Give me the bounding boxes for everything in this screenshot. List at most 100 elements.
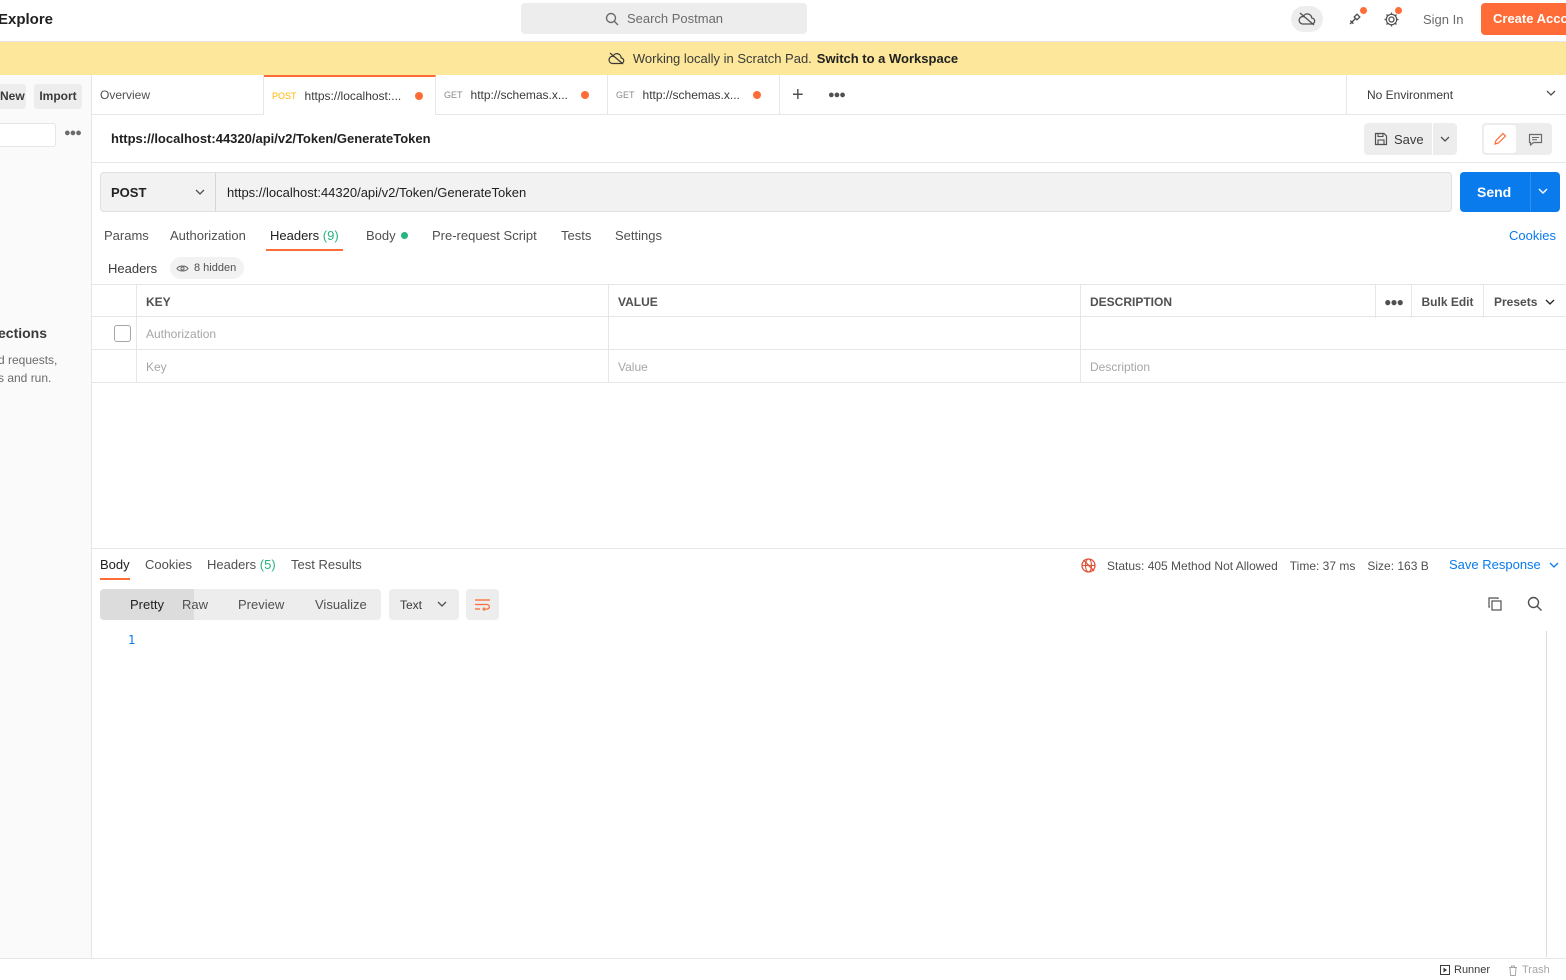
tab-settings[interactable]: Settings xyxy=(615,228,662,243)
header-value-cell[interactable] xyxy=(608,317,1080,350)
request-title[interactable]: https://localhost:44320/api/v2/Token/Gen… xyxy=(111,131,431,146)
save-button[interactable]: Save xyxy=(1364,123,1432,155)
switch-workspace-link[interactable]: Switch to a Workspace xyxy=(817,51,958,66)
sidebar-filter-input[interactable] xyxy=(0,123,56,147)
view-raw-button[interactable]: Raw xyxy=(182,589,208,620)
send-label: Send xyxy=(1477,184,1512,200)
explore-link[interactable]: Explore xyxy=(0,11,53,28)
collections-empty-title: ections xyxy=(0,325,48,341)
cookies-link[interactable]: Cookies xyxy=(1509,228,1556,243)
save-response-button[interactable]: Save Response xyxy=(1449,557,1559,572)
create-account-button[interactable]: Create Account xyxy=(1481,3,1566,35)
bulk-edit-button[interactable]: Bulk Edit xyxy=(1411,285,1483,318)
tab-request-get[interactable]: GET http://schemas.x... xyxy=(436,75,608,115)
column-options-icon[interactable]: ●●● xyxy=(1375,285,1411,318)
tab-body[interactable]: Body xyxy=(366,228,408,243)
unsaved-dot-icon xyxy=(752,91,761,99)
response-view-switcher: Pretty Raw Preview Visualize xyxy=(100,589,381,620)
response-size[interactable]: Size: 163 B xyxy=(1367,559,1428,573)
pencil-icon xyxy=(1494,132,1507,145)
response-time[interactable]: Time: 37 ms xyxy=(1290,559,1356,573)
search-placeholder: Search Postman xyxy=(626,11,724,26)
headers-section-label: Headers xyxy=(108,261,158,276)
tab-overview[interactable]: Overview xyxy=(92,75,264,115)
response-tab-cookies[interactable]: Cookies xyxy=(145,557,192,572)
cloud-off-icon xyxy=(608,52,625,65)
cloud-off-icon xyxy=(1298,12,1316,26)
presets-dropdown[interactable]: Presets xyxy=(1483,285,1566,318)
tab-pre-request-script[interactable]: Pre-request Script xyxy=(432,228,537,243)
view-pretty-button[interactable]: Pretty xyxy=(100,589,194,620)
search-input[interactable]: Search Postman xyxy=(521,3,807,34)
tab-request-post[interactable]: POST https://localhost:... xyxy=(264,75,436,115)
header-description-cell[interactable] xyxy=(1080,317,1566,350)
column-header-key: KEY xyxy=(136,285,608,318)
sign-in-button[interactable]: Sign In xyxy=(1423,12,1463,27)
tab-params[interactable]: Params xyxy=(104,228,149,243)
tab-authorization[interactable]: Authorization xyxy=(170,228,246,243)
tab-method: GET xyxy=(444,90,463,100)
response-tab-test-results[interactable]: Test Results xyxy=(291,557,362,572)
table-row-new: Key Value Description xyxy=(92,350,1566,383)
globe-network-icon[interactable] xyxy=(1080,557,1097,574)
method-select[interactable]: POST xyxy=(100,172,216,212)
save-response-label: Save Response xyxy=(1449,557,1541,572)
save-options-button[interactable] xyxy=(1433,123,1457,155)
new-tab-plus-icon[interactable]: + xyxy=(792,85,804,105)
chevron-down-icon xyxy=(1546,90,1556,96)
send-button[interactable]: Send xyxy=(1460,172,1560,212)
hidden-count: 8 hidden xyxy=(194,262,237,274)
copy-icon[interactable] xyxy=(1487,596,1503,615)
header-key-cell[interactable]: Authorization xyxy=(136,317,608,350)
response-tab-headers[interactable]: Headers (5) xyxy=(207,557,276,572)
column-header-description: DESCRIPTION xyxy=(1080,285,1375,318)
new-description-input[interactable]: Description xyxy=(1080,350,1566,383)
comments-button[interactable] xyxy=(1520,125,1550,153)
runner-button[interactable]: Runner xyxy=(1440,964,1490,976)
comment-icon xyxy=(1528,133,1542,146)
wrap-lines-button[interactable] xyxy=(466,589,499,620)
import-button[interactable]: Import xyxy=(34,84,82,109)
response-status[interactable]: Status: 405 Method Not Allowed xyxy=(1107,559,1278,573)
new-button[interactable]: New xyxy=(0,84,26,109)
more-options-icon[interactable]: ●●● xyxy=(64,127,82,139)
new-key-input[interactable]: Key xyxy=(136,350,608,383)
view-visualize-button[interactable]: Visualize xyxy=(315,589,367,620)
request-tab-bar: Overview POST https://localhost:... GET … xyxy=(92,75,1566,115)
search-icon[interactable] xyxy=(1527,596,1543,615)
edit-mode-button[interactable] xyxy=(1484,125,1516,153)
tab-label: http://schemas.x... xyxy=(470,88,568,102)
tab-headers[interactable]: Headers (9) xyxy=(266,228,343,251)
more-tabs-icon[interactable]: ●●● xyxy=(828,89,846,101)
response-meta: Status: 405 Method Not Allowed Time: 37 … xyxy=(1080,557,1441,574)
table-row: Authorization xyxy=(92,317,1566,350)
capture-requests-button[interactable] xyxy=(1340,6,1370,32)
settings-button[interactable] xyxy=(1376,6,1406,32)
tab-label: Body xyxy=(366,228,396,243)
tab-request-get[interactable]: GET http://schemas.x... xyxy=(608,75,780,115)
sync-cloud-button[interactable] xyxy=(1291,6,1323,32)
view-mode-toggle xyxy=(1482,123,1552,155)
environment-select[interactable]: No Environment xyxy=(1346,75,1566,115)
unsaved-dot-icon xyxy=(414,92,423,100)
url-input[interactable]: https://localhost:44320/api/v2/Token/Gen… xyxy=(215,172,1452,212)
headers-count: (9) xyxy=(322,228,339,243)
response-headers-count: (5) xyxy=(259,557,276,572)
chevron-down-icon xyxy=(1545,299,1555,305)
trash-button[interactable]: Trash xyxy=(1508,964,1550,976)
hidden-headers-toggle[interactable]: 8 hidden xyxy=(170,257,245,279)
response-format-select[interactable]: Text xyxy=(389,589,459,620)
response-scrollbar[interactable] xyxy=(1546,631,1547,957)
chevron-down-icon xyxy=(1549,562,1559,568)
eye-icon xyxy=(176,264,189,272)
tab-tests[interactable]: Tests xyxy=(561,228,591,243)
view-preview-button[interactable]: Preview xyxy=(238,589,284,620)
chevron-down-icon xyxy=(1440,136,1450,142)
line-number: 1 xyxy=(128,633,136,647)
response-divider[interactable] xyxy=(92,548,1566,549)
header-enable-checkbox[interactable] xyxy=(114,325,131,342)
response-tab-body[interactable]: Body xyxy=(100,557,130,580)
chevron-down-icon[interactable] xyxy=(1538,188,1548,194)
new-value-input[interactable]: Value xyxy=(608,350,1080,383)
trash-label: Trash xyxy=(1522,964,1550,976)
